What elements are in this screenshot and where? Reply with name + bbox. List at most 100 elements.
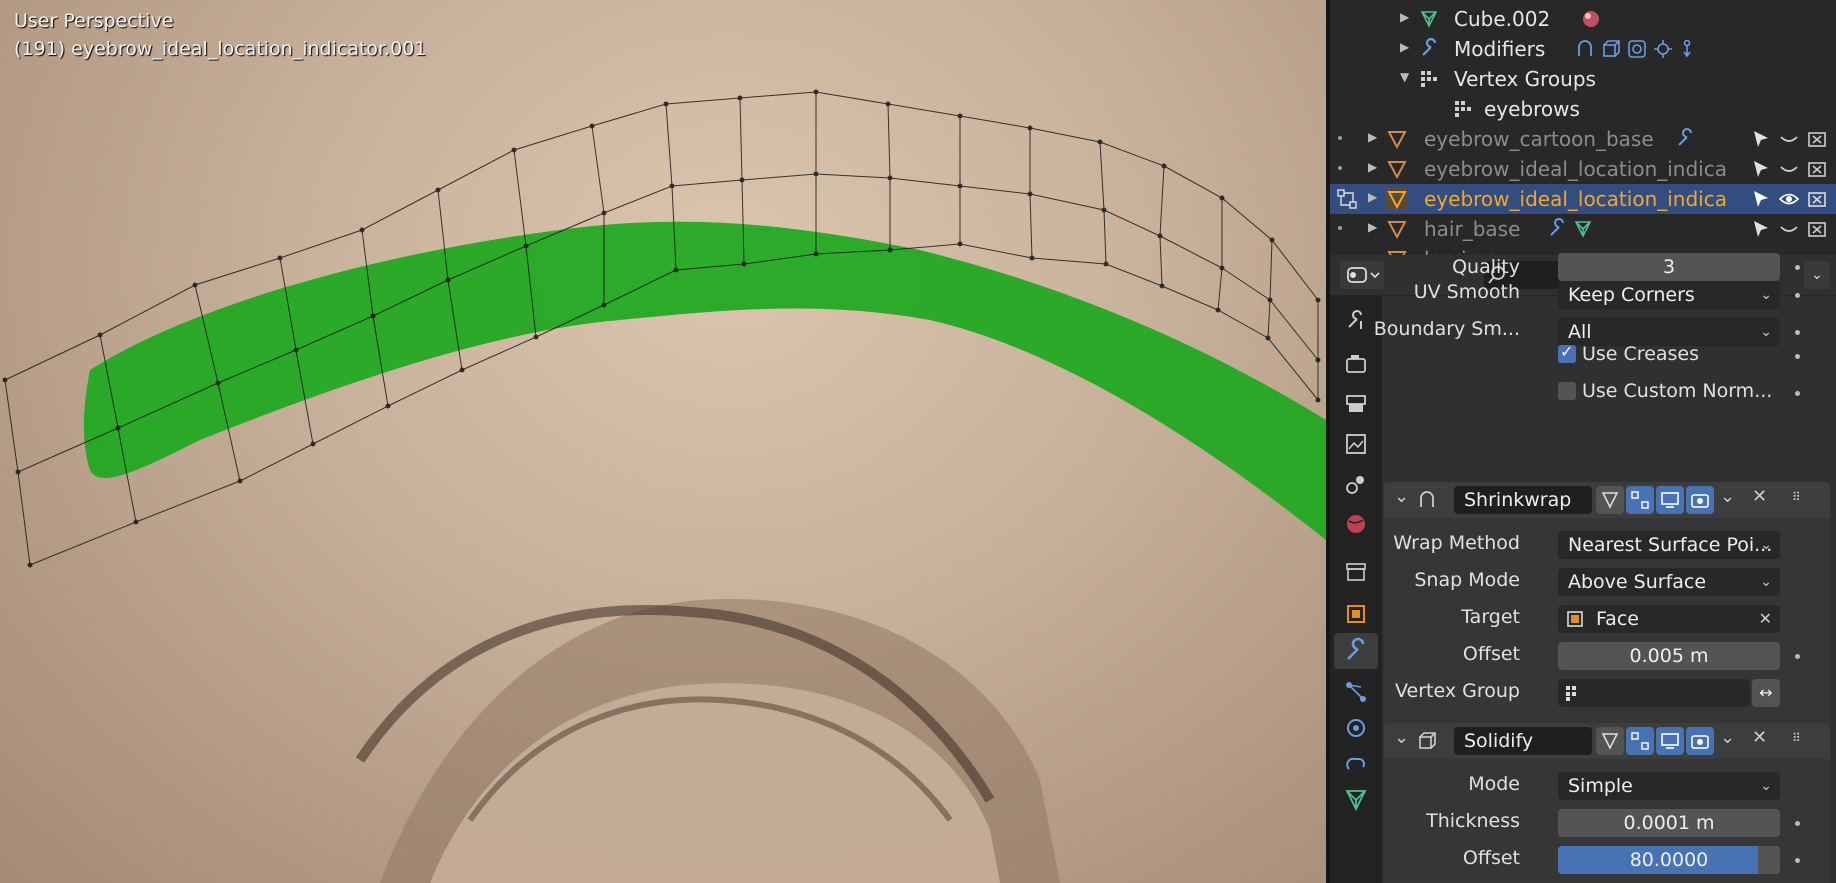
viewport-display-toggle[interactable] xyxy=(1656,727,1684,755)
physics-tab-icon[interactable] xyxy=(1343,715,1369,741)
constraints-tab-icon[interactable] xyxy=(1343,751,1369,777)
keyframe-dot-icon[interactable] xyxy=(1795,858,1800,863)
outliner-row-cube-002[interactable]: ▶ Cube.002 xyxy=(1330,4,1836,34)
quality-field[interactable]: 3 xyxy=(1558,253,1780,281)
wrench-icon[interactable] xyxy=(1546,218,1568,240)
wrap-method-dropdown[interactable]: Nearest Surface Poi... ⌄ xyxy=(1558,531,1780,559)
solidify-modifier-icon[interactable] xyxy=(1600,38,1622,60)
collapse-chevron-icon[interactable]: ⌄ xyxy=(1394,486,1409,507)
boundary-smooth-dropdown[interactable]: All ⌄ xyxy=(1558,318,1780,346)
vertex-group-field[interactable] xyxy=(1558,679,1750,707)
render-disabled-icon[interactable] xyxy=(1806,128,1828,150)
use-custom-normals-checkbox[interactable] xyxy=(1558,382,1576,400)
visibility-dot-icon[interactable] xyxy=(1338,226,1342,230)
keyframe-dot-icon[interactable] xyxy=(1795,354,1800,359)
3d-viewport[interactable]: User Perspective (191) eyebrow_ideal_loc… xyxy=(0,0,1326,883)
outliner[interactable]: ▶ Cube.002 ▶ Modifiers ▼ Vertex Groups e… xyxy=(1330,0,1836,255)
wrench-icon xyxy=(1422,38,1437,56)
displace-modifier-icon[interactable] xyxy=(1652,38,1674,60)
keyframe-dot-icon[interactable] xyxy=(1795,330,1800,335)
options-dropdown-button[interactable]: ⌄ xyxy=(1804,261,1830,289)
drag-handle-icon[interactable]: ⠿ xyxy=(1792,490,1801,504)
keyframe-dot-icon[interactable] xyxy=(1795,391,1800,396)
eye-open-icon[interactable] xyxy=(1778,188,1800,210)
expand-icon[interactable]: ▶ xyxy=(1368,160,1377,174)
snap-mode-dropdown[interactable]: Above Surface ⌄ xyxy=(1558,568,1780,596)
outliner-row-hair-base[interactable]: ▶ hair_base xyxy=(1330,214,1836,244)
modifier-menu-chevron-icon[interactable]: ⌄ xyxy=(1720,486,1735,507)
thickness-field[interactable]: 0.0001 m xyxy=(1558,809,1780,837)
sidebar-toggle-icon[interactable]: ‹ xyxy=(1316,22,1322,38)
selectable-arrow-icon[interactable] xyxy=(1750,218,1772,240)
subdivision-modifier-icon[interactable] xyxy=(1626,38,1648,60)
expand-icon[interactable]: ▶ xyxy=(1368,190,1377,204)
collection-tab-icon[interactable] xyxy=(1343,559,1369,585)
collapse-chevron-icon[interactable]: ⌄ xyxy=(1394,727,1409,748)
eye-closed-icon[interactable] xyxy=(1778,158,1800,180)
modifier-menu-chevron-icon[interactable]: ⌄ xyxy=(1720,727,1735,748)
target-object-field[interactable]: Face ✕ xyxy=(1558,605,1780,633)
expand-icon[interactable]: ▶ xyxy=(1368,130,1377,144)
eye-closed-icon[interactable] xyxy=(1778,128,1800,150)
expand-icon[interactable]: ▶ xyxy=(1400,40,1409,54)
data-tab-icon[interactable] xyxy=(1343,787,1369,813)
use-creases-checkbox[interactable] xyxy=(1558,342,1576,363)
solidify-name-field[interactable]: Solidify xyxy=(1454,727,1592,755)
uv-smooth-label: UV Smooth xyxy=(1413,281,1520,303)
edit-cage-button[interactable] xyxy=(1596,486,1624,514)
outliner-row-eyebrow-ideal-location-active[interactable]: ▶ eyebrow_ideal_location_indica xyxy=(1330,184,1836,214)
drag-handle-icon[interactable]: ⠿ xyxy=(1792,731,1801,745)
edit-mode-icon[interactable] xyxy=(1336,188,1358,210)
selectable-arrow-icon[interactable] xyxy=(1750,188,1772,210)
shrinkwrap-name-field[interactable]: Shrinkwrap xyxy=(1454,486,1592,514)
render-disabled-icon[interactable] xyxy=(1806,158,1828,180)
edit-mode-toggle[interactable] xyxy=(1626,486,1654,514)
chevron-down-icon: ⌄ xyxy=(1760,574,1772,590)
properties-editor[interactable]: ⌄ Quality 3 UV Smooth Keep Corners ⌄ Boun… xyxy=(1330,253,1836,883)
mesh-data-icon[interactable] xyxy=(1572,218,1594,240)
output-tab-icon[interactable] xyxy=(1343,391,1369,417)
view-layer-tab-icon[interactable] xyxy=(1343,431,1369,457)
keyframe-dot-icon[interactable] xyxy=(1795,265,1800,270)
selectable-arrow-icon[interactable] xyxy=(1750,158,1772,180)
delete-modifier-icon[interactable]: ✕ xyxy=(1752,486,1767,507)
visibility-dot-icon[interactable] xyxy=(1338,166,1342,170)
expand-icon[interactable]: ▶ xyxy=(1368,220,1377,234)
visibility-dot-icon[interactable] xyxy=(1338,136,1342,140)
viewport-display-toggle[interactable] xyxy=(1656,486,1684,514)
object-tab-icon[interactable] xyxy=(1343,601,1369,627)
invert-vertex-group-button[interactable]: ↔ xyxy=(1752,679,1780,707)
solidify-offset-slider[interactable]: 80.0000 xyxy=(1558,846,1780,874)
material-icon[interactable] xyxy=(1580,8,1602,30)
collapse-icon[interactable]: ▼ xyxy=(1400,70,1409,84)
shrinkwrap-modifier-icon[interactable] xyxy=(1574,38,1596,60)
render-disabled-icon[interactable] xyxy=(1806,218,1828,240)
expand-icon[interactable]: ▶ xyxy=(1400,10,1409,24)
uv-smooth-dropdown[interactable]: Keep Corners ⌄ xyxy=(1558,281,1780,309)
keyframe-dot-icon[interactable] xyxy=(1795,654,1800,659)
render-toggle[interactable] xyxy=(1686,486,1714,514)
outliner-row-eyebrows-group[interactable]: eyebrows xyxy=(1330,94,1836,124)
delete-modifier-icon[interactable]: ✕ xyxy=(1752,727,1767,748)
wrench-icon[interactable] xyxy=(1674,128,1696,150)
eye-closed-icon[interactable] xyxy=(1778,218,1800,240)
keyframe-dot-icon[interactable] xyxy=(1795,821,1800,826)
hook-modifier-icon[interactable] xyxy=(1676,38,1698,60)
render-disabled-icon[interactable] xyxy=(1806,188,1828,210)
solidify-mode-dropdown[interactable]: Simple ⌄ xyxy=(1558,772,1780,800)
outliner-row-vertex-groups[interactable]: ▼ Vertex Groups xyxy=(1330,64,1836,94)
world-tab-icon[interactable] xyxy=(1343,511,1369,537)
edit-mode-toggle[interactable] xyxy=(1626,727,1654,755)
mesh-object-icon xyxy=(1387,221,1407,240)
render-tab-icon[interactable] xyxy=(1343,351,1369,377)
edit-cage-button[interactable] xyxy=(1596,727,1624,755)
clear-target-icon[interactable]: ✕ xyxy=(1759,605,1772,633)
keyframe-dot-icon[interactable] xyxy=(1795,293,1800,298)
outliner-row-eyebrow-cartoon-base[interactable]: ▶ eyebrow_cartoon_base xyxy=(1330,124,1836,154)
outliner-row-eyebrow-ideal-location[interactable]: ▶ eyebrow_ideal_location_indica xyxy=(1330,154,1836,184)
render-toggle[interactable] xyxy=(1686,727,1714,755)
selectable-arrow-icon[interactable] xyxy=(1750,128,1772,150)
shrinkwrap-offset-field[interactable]: 0.005 m xyxy=(1558,642,1780,670)
outliner-row-modifiers[interactable]: ▶ Modifiers xyxy=(1330,34,1836,64)
scene-tab-icon[interactable] xyxy=(1343,471,1369,497)
